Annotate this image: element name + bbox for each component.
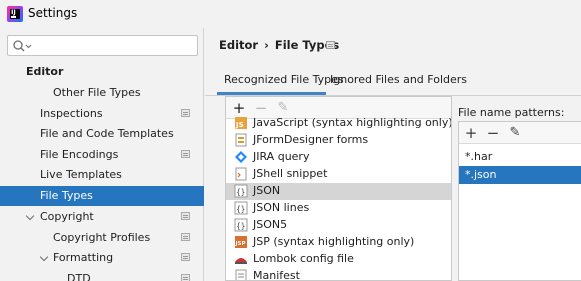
svg-text:JSP: JSP bbox=[235, 241, 246, 247]
file-type-label: Lombok config file bbox=[253, 252, 354, 265]
javascript-icon: JS bbox=[235, 117, 247, 129]
project-settings-icon bbox=[326, 41, 335, 49]
file-type-label: JIRA query bbox=[253, 150, 310, 163]
sidebar-item-label: Copyright Profiles bbox=[53, 231, 151, 244]
jformdesigner-icon bbox=[235, 133, 247, 147]
svg-text:{}: {} bbox=[236, 222, 245, 231]
file-type-row[interactable]: {} JSON lines bbox=[226, 200, 451, 217]
sidebar-item-copyright-profiles[interactable]: Copyright Profiles bbox=[0, 228, 204, 248]
sidebar-item-label: Formatting bbox=[53, 251, 114, 264]
json-icon: {} bbox=[234, 218, 248, 232]
file-type-row[interactable]: {} JSON bbox=[226, 183, 451, 200]
sidebar-item-formatting[interactable]: Formatting bbox=[0, 248, 204, 268]
settings-content: Editor › File Types Recognized File Types … bbox=[205, 28, 581, 281]
file-types-list: + − ✎ JS JavaScript (syntax highlighting… bbox=[225, 96, 452, 281]
project-settings-icon bbox=[181, 274, 190, 281]
file-type-label: JFormDesigner forms bbox=[253, 133, 369, 146]
patterns-toolbar: + − ✎ bbox=[459, 122, 581, 144]
sidebar-item-label: DTD bbox=[67, 272, 91, 281]
sidebar-item-editor[interactable]: Editor bbox=[0, 62, 204, 82]
project-settings-icon bbox=[181, 233, 190, 241]
sidebar-item-label: File and Code Templates bbox=[40, 127, 174, 140]
svg-text:{}: {} bbox=[236, 205, 245, 214]
file-type-row[interactable]: JIRA query bbox=[226, 149, 451, 166]
file-type-label: JSON lines bbox=[253, 201, 310, 214]
file-type-label: JSON bbox=[253, 184, 281, 197]
json-icon: {} bbox=[234, 201, 248, 215]
sidebar-item-file-encodings[interactable]: File Encodings bbox=[0, 145, 204, 165]
sidebar-item-live-templates[interactable]: Live Templates bbox=[0, 165, 204, 185]
sidebar-item-label: File Types bbox=[40, 189, 93, 202]
intellij-app-icon: IJ bbox=[7, 6, 23, 22]
file-type-row[interactable]: JSP JSP (syntax highlighting only) bbox=[226, 234, 451, 251]
sidebar-item-label: Editor bbox=[26, 65, 64, 78]
sidebar-item-copyright[interactable]: Copyright bbox=[0, 207, 204, 227]
chevron-down-icon[interactable] bbox=[39, 252, 49, 262]
sidebar-item-other-file-types[interactable]: Other File Types bbox=[0, 83, 204, 103]
file-type-label: JShell snippet bbox=[253, 167, 328, 180]
sidebar-item-label: Other File Types bbox=[53, 86, 141, 99]
file-name-patterns-label: File name patterns: bbox=[458, 106, 565, 119]
jshell-icon bbox=[235, 167, 247, 181]
title-bar: IJ Settings bbox=[0, 0, 581, 28]
file-type-row[interactable]: JS JavaScript (syntax highlighting only) bbox=[226, 115, 452, 132]
breadcrumb-separator: › bbox=[264, 38, 269, 52]
file-type-row[interactable]: JShell snippet bbox=[226, 166, 451, 183]
json-icon: {} bbox=[234, 184, 248, 198]
project-settings-icon bbox=[181, 150, 190, 158]
file-type-row[interactable]: JFormDesigner forms bbox=[226, 132, 451, 149]
search-icon bbox=[13, 40, 32, 52]
sidebar-item-dtd[interactable]: DTD bbox=[0, 269, 204, 281]
file-type-label: JavaScript (syntax highlighting only) bbox=[253, 116, 452, 129]
add-pattern-button[interactable]: + bbox=[462, 124, 480, 142]
file-type-label: JSON5 bbox=[253, 218, 288, 231]
pattern-label: *.har bbox=[465, 150, 493, 163]
breadcrumb-parent[interactable]: Editor bbox=[219, 38, 258, 52]
sidebar-item-label: File Encodings bbox=[40, 148, 119, 161]
pattern-row[interactable]: *.har bbox=[459, 148, 581, 166]
tab-ignored-files-and-folders[interactable]: Ignored Files and Folders bbox=[330, 73, 467, 86]
file-type-label: JSP (syntax highlighting only) bbox=[253, 235, 415, 248]
remove-pattern-button[interactable]: − bbox=[484, 124, 502, 142]
file-name-patterns-list: + − ✎ *.har *.json bbox=[458, 121, 581, 281]
file-type-row[interactable]: Manifest bbox=[226, 268, 451, 281]
tab-recognized-file-types[interactable]: Recognized File Types bbox=[224, 73, 344, 86]
window-title: Settings bbox=[28, 6, 78, 20]
file-type-row[interactable]: Lombok config file bbox=[226, 251, 451, 268]
svg-text:{}: {} bbox=[236, 188, 245, 197]
sidebar-item-file-types[interactable]: File Types bbox=[0, 186, 204, 206]
manifest-icon bbox=[235, 269, 247, 280]
settings-search-box[interactable] bbox=[7, 35, 198, 56]
project-settings-icon bbox=[181, 109, 190, 117]
file-type-label: Manifest bbox=[253, 269, 300, 281]
sidebar-item-label: Live Templates bbox=[40, 168, 122, 181]
breadcrumb: Editor › File Types bbox=[219, 38, 339, 52]
search-input[interactable] bbox=[34, 37, 194, 54]
pattern-row[interactable]: *.json bbox=[459, 166, 581, 184]
file-type-row[interactable]: {} JSON5 bbox=[226, 217, 451, 234]
jsp-icon: JSP bbox=[235, 236, 247, 248]
settings-sidebar: Editor Other File Types Inspections File… bbox=[0, 28, 204, 281]
lombok-icon bbox=[235, 258, 247, 264]
project-settings-icon bbox=[181, 253, 190, 261]
pattern-label: *.json bbox=[465, 168, 497, 181]
sidebar-item-file-and-code-templates[interactable]: File and Code Templates bbox=[0, 124, 204, 144]
edit-pattern-button[interactable]: ✎ bbox=[506, 124, 524, 142]
svg-text:JS: JS bbox=[235, 121, 244, 129]
project-settings-icon bbox=[181, 212, 190, 220]
jira-icon bbox=[235, 151, 247, 163]
sidebar-item-label: Copyright bbox=[40, 210, 94, 223]
sidebar-item-inspections[interactable]: Inspections bbox=[0, 104, 204, 124]
chevron-down-icon[interactable] bbox=[25, 211, 35, 221]
sidebar-item-label: Inspections bbox=[40, 107, 103, 120]
